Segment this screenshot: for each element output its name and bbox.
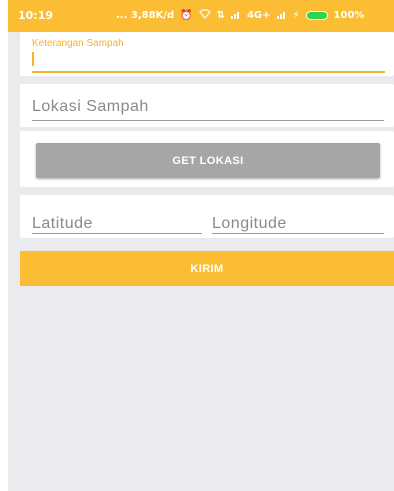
signal-icon: [230, 10, 241, 22]
battery-icon: [305, 11, 328, 20]
keterangan-label: Keterangan Sampah: [32, 38, 124, 49]
alarm-icon: ⏰: [180, 10, 193, 21]
charging-icon: ⚡: [292, 10, 300, 21]
app-screen: 10:19 ... 3,88K/d ⏰ ⇅ 4G+ ⚡ 100% Keteran…: [8, 0, 394, 491]
battery-percent: 100%: [333, 10, 365, 21]
status-bar: 10:19 ... 3,88K/d ⏰ ⇅ 4G+ ⚡ 100%: [8, 0, 394, 32]
lokasi-card: [20, 84, 394, 127]
keterangan-card: Keterangan Sampah: [20, 32, 394, 76]
signal-icon-2: [276, 10, 287, 22]
get-lokasi-card: GET LOKASI: [20, 131, 394, 187]
coordinates-card: [20, 195, 394, 238]
data-transfer-icon: ⇅: [216, 10, 225, 21]
text-cursor: [32, 52, 34, 66]
wifi-icon: [198, 9, 211, 22]
kirim-button[interactable]: KIRIM: [20, 251, 394, 286]
network-type: 4G+: [246, 10, 271, 21]
status-time: 10:19: [18, 9, 54, 22]
status-indicators: ... 3,88K/d ⏰ ⇅ 4G+ ⚡ 100%: [116, 9, 364, 22]
longitude-underline: [212, 233, 384, 234]
lokasi-underline: [32, 120, 384, 121]
latitude-input[interactable]: [32, 213, 202, 235]
network-speed: ... 3,88K/d: [116, 10, 175, 21]
longitude-input[interactable]: [212, 213, 382, 235]
latitude-underline: [32, 233, 202, 234]
keterangan-underline: [32, 71, 385, 73]
get-lokasi-button[interactable]: GET LOKASI: [36, 143, 380, 178]
lokasi-input[interactable]: [32, 96, 384, 118]
